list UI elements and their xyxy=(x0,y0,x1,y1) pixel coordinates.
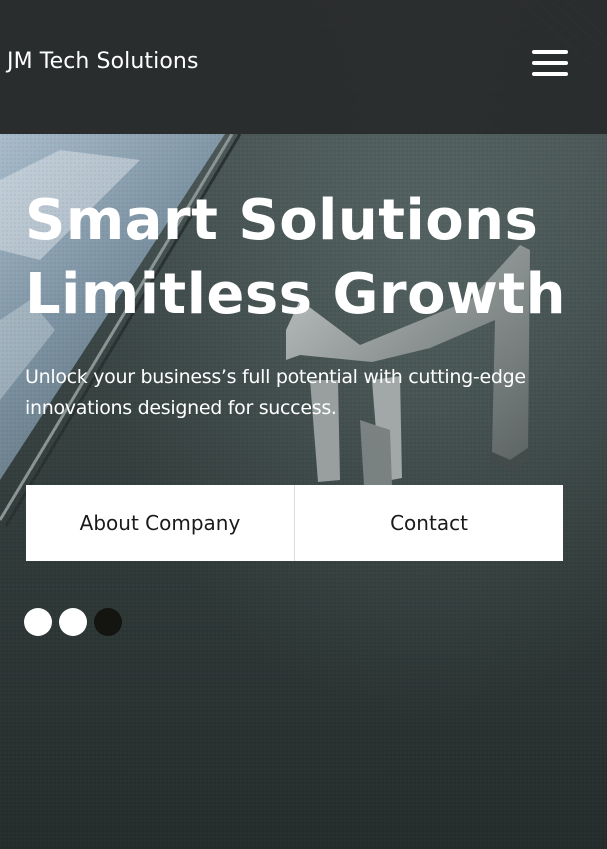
hero-cta-group: About Company Contact xyxy=(26,485,563,561)
slider-dot-1[interactable] xyxy=(24,608,52,636)
hero-headline: Smart Solutions Limitless Growth xyxy=(25,184,566,332)
hero-subtext: Unlock your business’s full potential wi… xyxy=(25,366,526,419)
slider-dot-3[interactable] xyxy=(94,608,122,636)
brand-name[interactable]: JM Tech Solutions xyxy=(7,49,199,74)
slider-dot-2[interactable] xyxy=(59,608,87,636)
menu-bar xyxy=(532,50,568,54)
menu-bar xyxy=(532,61,568,65)
top-navigation-bar: JM Tech Solutions xyxy=(0,0,607,134)
headline-line-2: Limitless Growth xyxy=(25,262,566,327)
hamburger-menu-icon[interactable] xyxy=(530,48,570,80)
contact-button[interactable]: Contact xyxy=(294,485,563,561)
menu-bar xyxy=(532,72,568,76)
headline-line-1: Smart Solutions xyxy=(25,188,539,253)
page: JM Tech Solutions Smart Solutions Limitl… xyxy=(0,0,607,849)
slider-pagination xyxy=(24,608,122,636)
about-company-button[interactable]: About Company xyxy=(26,485,294,561)
